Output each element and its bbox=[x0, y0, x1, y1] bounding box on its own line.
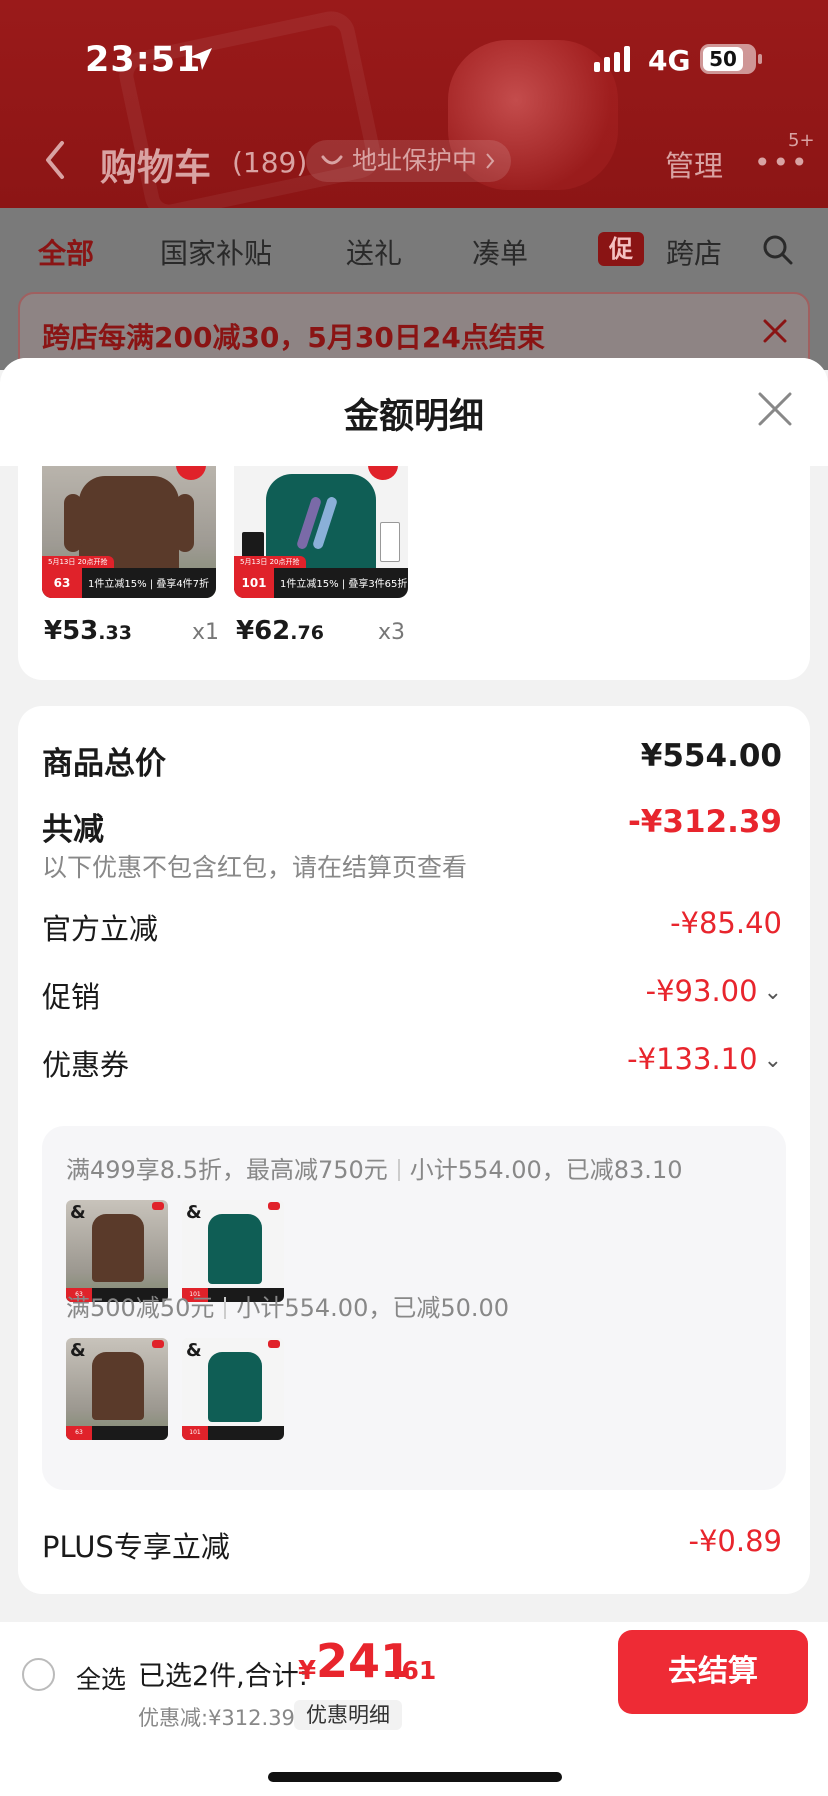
home-indicator bbox=[268, 1772, 562, 1782]
tab-gift[interactable]: 送礼 bbox=[346, 232, 402, 272]
signal-icon bbox=[594, 46, 630, 72]
select-all-radio[interactable] bbox=[22, 1658, 55, 1691]
manage-button[interactable]: 管理 bbox=[665, 143, 723, 185]
promotion-label: 促销 bbox=[42, 980, 101, 1014]
total-reduce-value: -¥312.39 bbox=[627, 804, 782, 840]
close-icon[interactable] bbox=[762, 318, 788, 344]
goods-total-label: 商品总价 bbox=[42, 746, 166, 782]
official-reduce-label: 官方立减 bbox=[42, 912, 159, 946]
promo-banner-text: 跨店每满200减30，5月30日24点结束 bbox=[42, 321, 545, 354]
status-bar: 23:51 4G 50 bbox=[0, 0, 828, 120]
product-item[interactable]: 5月13日 20点开抢 63 1件立减15% | 叠享4件7折 ¥53.33 x… bbox=[42, 466, 219, 646]
tab-all[interactable]: 全部 bbox=[38, 232, 94, 272]
page-title: 购物车 bbox=[100, 146, 211, 189]
checkout-button[interactable]: 去结算 bbox=[618, 1630, 808, 1714]
product-item[interactable]: 5月13日 20点开抢 101 1件立减15% | 叠享3件65折 ¥62.76… bbox=[234, 466, 408, 646]
select-all-label[interactable]: 全选 bbox=[76, 1660, 126, 1696]
checkout-bar: 全选 已选2件,合计: ¥ 241 .61 优惠减:¥312.39 优惠明细 去… bbox=[0, 1622, 828, 1796]
coupon-product-thumb: & 101 bbox=[182, 1338, 284, 1440]
coupon-label: 优惠券 bbox=[42, 1048, 130, 1082]
promo-tag: 促 bbox=[598, 232, 644, 266]
chevron-right-icon bbox=[486, 153, 495, 169]
coupon-rule-line: 满499享8.5折，最高减750元 小计554.00，已减83.10 bbox=[66, 1156, 683, 1184]
promotion-row[interactable]: -¥93.00 ⌄ bbox=[646, 974, 782, 1008]
cart-count: (189) bbox=[232, 146, 308, 179]
battery-level: 50 bbox=[703, 47, 743, 71]
coupon-product-thumb: & 101 bbox=[182, 1200, 284, 1302]
price-summary-card: 商品总价 ¥554.00 共减 -¥312.39 以下优惠不包含红包，请在结算页… bbox=[18, 706, 810, 1594]
sheet-title: 金额明细 bbox=[343, 397, 484, 437]
amount-detail-sheet: 金额明细 5月13日 20点开抢 63 1件立减15% | 叠享4件7折 ¥53… bbox=[0, 358, 828, 1796]
location-arrow-icon bbox=[190, 48, 212, 70]
chevron-down-icon: ⌄ bbox=[763, 1048, 782, 1073]
coupon-row[interactable]: -¥133.10 ⌄ bbox=[627, 1042, 782, 1076]
tab-cross-store[interactable]: 跨店 bbox=[666, 232, 726, 272]
close-icon[interactable] bbox=[756, 390, 794, 428]
coupon-value: -¥133.10 bbox=[627, 1042, 758, 1076]
total-price-decimal: .61 bbox=[392, 1656, 437, 1685]
product-price: ¥62.76 bbox=[236, 616, 324, 646]
promotion-value: -¥93.00 bbox=[645, 974, 758, 1008]
official-reduce-value: -¥85.40 bbox=[670, 906, 782, 940]
status-time: 23:51 bbox=[85, 40, 202, 80]
plus-reduce-value: -¥0.89 bbox=[688, 1524, 783, 1558]
discount-detail-button[interactable]: 优惠明细 bbox=[294, 1700, 402, 1730]
search-icon[interactable] bbox=[762, 234, 794, 266]
tab-national-subsidy[interactable]: 国家补贴 bbox=[160, 232, 272, 272]
address-protection-pill[interactable]: 地址保护中 bbox=[306, 140, 512, 182]
smile-icon bbox=[321, 155, 343, 165]
product-list-card: 5月13日 20点开抢 63 1件立减15% | 叠享4件7折 ¥53.33 x… bbox=[18, 466, 810, 680]
network-type: 4G bbox=[648, 44, 691, 77]
coupon-detail-box: 满499享8.5折，最高减750元 小计554.00，已减83.10 & 63 & 1… bbox=[42, 1126, 786, 1490]
chevron-down-icon: ⌄ bbox=[763, 980, 782, 1005]
product-qty: x1 bbox=[192, 620, 220, 645]
goods-total-value: ¥554.00 bbox=[640, 738, 782, 774]
product-image: 5月13日 20点开抢 63 1件立减15% | 叠享4件7折 bbox=[42, 466, 216, 598]
tab-bundle[interactable]: 凑单 bbox=[472, 232, 528, 272]
coupon-product-thumb: & 63 bbox=[66, 1200, 168, 1302]
coupon-rule-line: 满500减50元 小计554.00，已减50.00 bbox=[66, 1294, 510, 1322]
coupon-product-thumb: & 63 bbox=[66, 1338, 168, 1440]
more-badge: 5+ bbox=[788, 130, 815, 151]
product-image: 5月13日 20点开抢 101 1件立减15% | 叠享3件65折 bbox=[234, 466, 408, 598]
total-currency: ¥ bbox=[298, 1656, 317, 1686]
discount-summary: 优惠减:¥312.39 bbox=[138, 1706, 295, 1730]
reduce-note: 以下优惠不包含红包，请在结算页查看 bbox=[42, 853, 468, 882]
product-qty: x3 bbox=[378, 620, 406, 645]
total-reduce-label: 共减 bbox=[42, 812, 104, 848]
battery-icon: 50 bbox=[700, 44, 762, 74]
selected-summary: 已选2件,合计: bbox=[138, 1661, 308, 1692]
product-price: ¥53.33 bbox=[44, 616, 132, 646]
sheet-header: 金额明细 bbox=[0, 358, 828, 466]
address-protection-label: 地址保护中 bbox=[352, 146, 478, 175]
plus-reduce-label: PLUS专享立减 bbox=[42, 1530, 230, 1564]
back-arrow-icon[interactable] bbox=[44, 140, 66, 180]
